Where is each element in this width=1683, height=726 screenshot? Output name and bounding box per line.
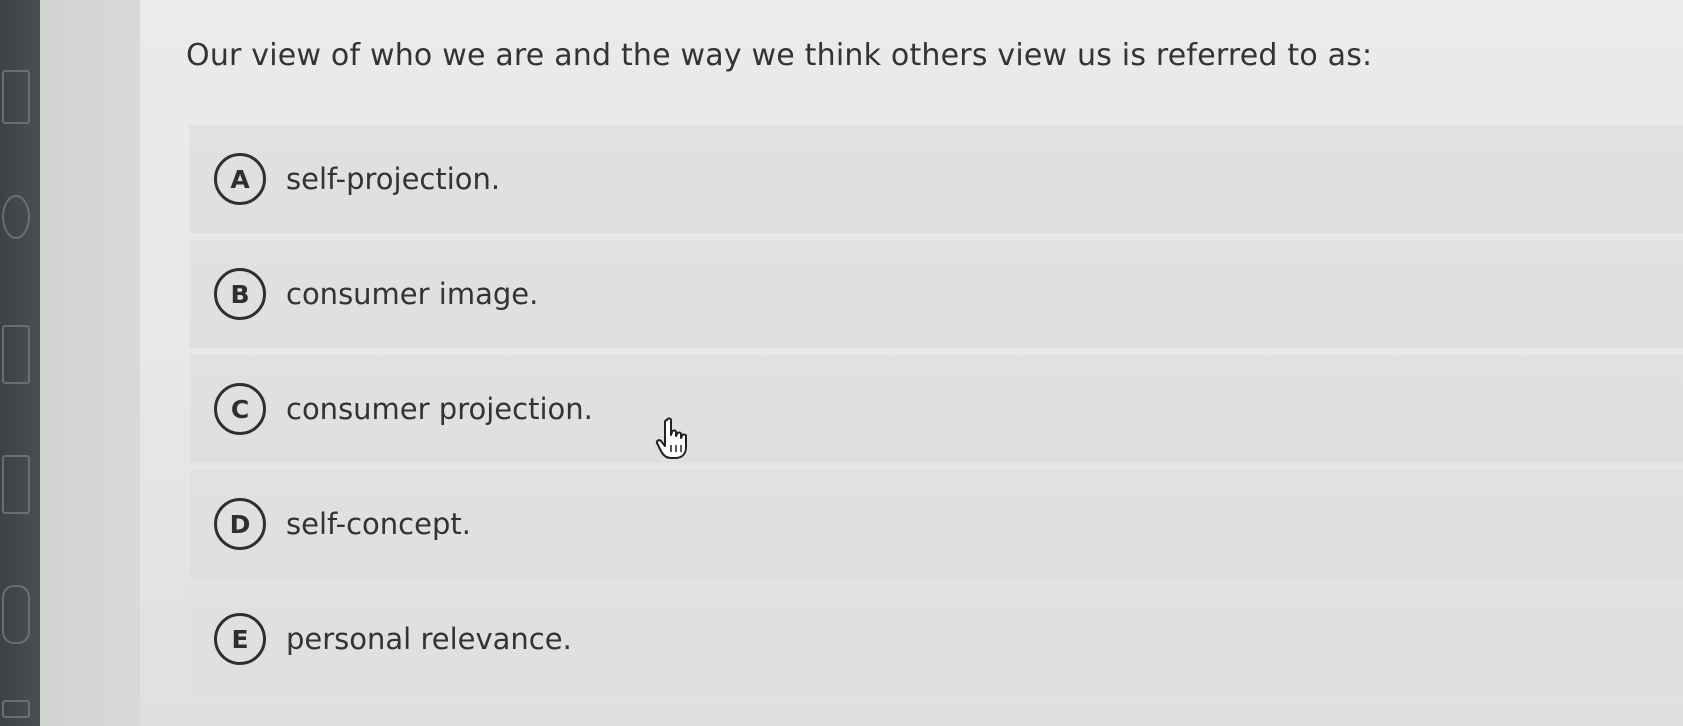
option-text: consumer projection. [286, 392, 593, 426]
option-text: consumer image. [286, 277, 539, 311]
option-text: self-concept. [286, 507, 471, 541]
toolbar-icon[interactable] [2, 700, 30, 718]
calculator-icon[interactable] [2, 325, 30, 384]
hand-pointer-icon [655, 417, 687, 459]
option-letter: A [214, 153, 266, 205]
document-icon[interactable] [2, 455, 30, 514]
sidebar-gutter [40, 0, 140, 726]
option-letter: C [214, 383, 266, 435]
question-text: Our view of who we are and the way we th… [186, 38, 1373, 73]
option-letter: D [214, 498, 266, 550]
option-text: self-projection. [286, 162, 501, 196]
circle-icon[interactable] [2, 195, 30, 239]
option-letter: B [214, 268, 266, 320]
option-e[interactable]: E personal relevance. [190, 585, 1683, 693]
people-icon[interactable] [2, 585, 30, 644]
option-letter: E [214, 613, 266, 665]
option-text: personal relevance. [286, 622, 572, 656]
answer-options: A self-projection. B consumer image. C c… [190, 125, 1683, 700]
option-c[interactable]: C consumer projection. [190, 355, 1683, 463]
menu-icon[interactable] [2, 70, 30, 124]
option-a[interactable]: A self-projection. [190, 125, 1683, 233]
option-d[interactable]: D self-concept. [190, 470, 1683, 578]
left-sidebar [0, 0, 40, 726]
option-b[interactable]: B consumer image. [190, 240, 1683, 348]
